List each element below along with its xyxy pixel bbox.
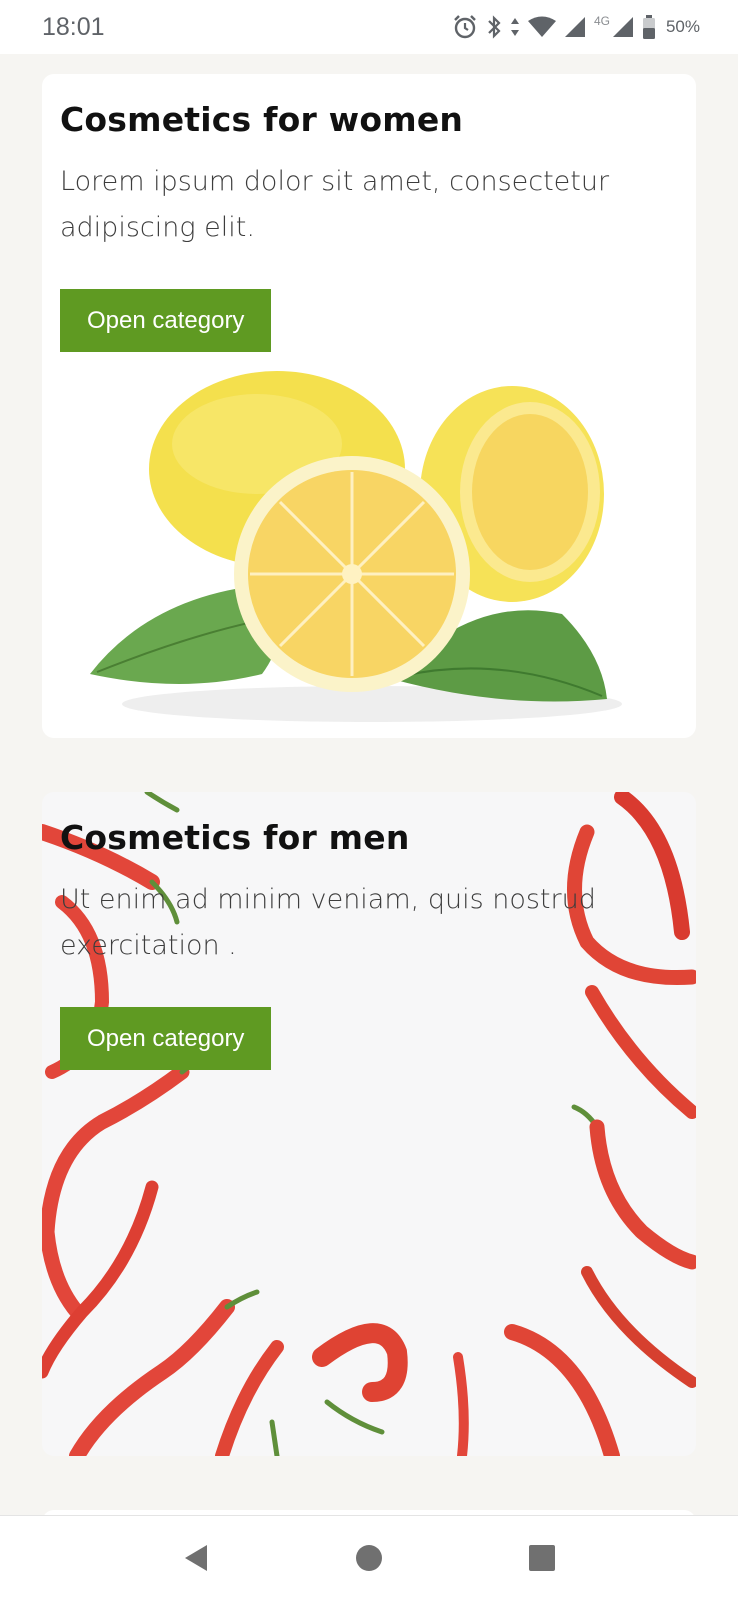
category-card-men: Cosmetics for men Ut enim ad minim venia… (42, 792, 696, 1456)
status-time: 18:01 (42, 12, 105, 41)
wifi-icon (527, 16, 556, 38)
card-title: Cosmetics for men (60, 818, 410, 857)
signal-icon (564, 16, 586, 38)
battery-icon (642, 14, 656, 40)
card-description: Ut enim ad minim veniam, quis nostrud ex… (60, 884, 596, 961)
alarm-icon (452, 14, 478, 40)
card-description: Lorem ipsum dolor sit amet, consectetur … (60, 166, 610, 243)
recents-icon[interactable] (528, 1544, 556, 1572)
system-navigation-bar (0, 1515, 738, 1599)
card-content: Cosmetics for women Lorem ipsum dolor si… (60, 74, 660, 352)
data-arrows-icon (510, 16, 520, 38)
signal-4g-icon: 4G (593, 14, 634, 38)
category-card-women: Cosmetics for women Lorem ipsum dolor si… (42, 74, 696, 738)
home-icon[interactable] (355, 1544, 383, 1572)
bluetooth-icon (486, 14, 502, 40)
battery-percent: 50% (665, 17, 700, 36)
open-category-button[interactable]: Open category (60, 1007, 272, 1070)
status-icons: 4G 50% (452, 14, 700, 40)
card-content: Cosmetics for men Ut enim ad minim venia… (60, 792, 660, 1070)
open-category-button[interactable]: Open category (60, 289, 272, 352)
card-title: Cosmetics for women (60, 100, 464, 139)
back-icon[interactable] (182, 1543, 210, 1573)
status-bar: 18:01 4G 50% (0, 0, 738, 54)
network-label: 4G (593, 14, 610, 28)
